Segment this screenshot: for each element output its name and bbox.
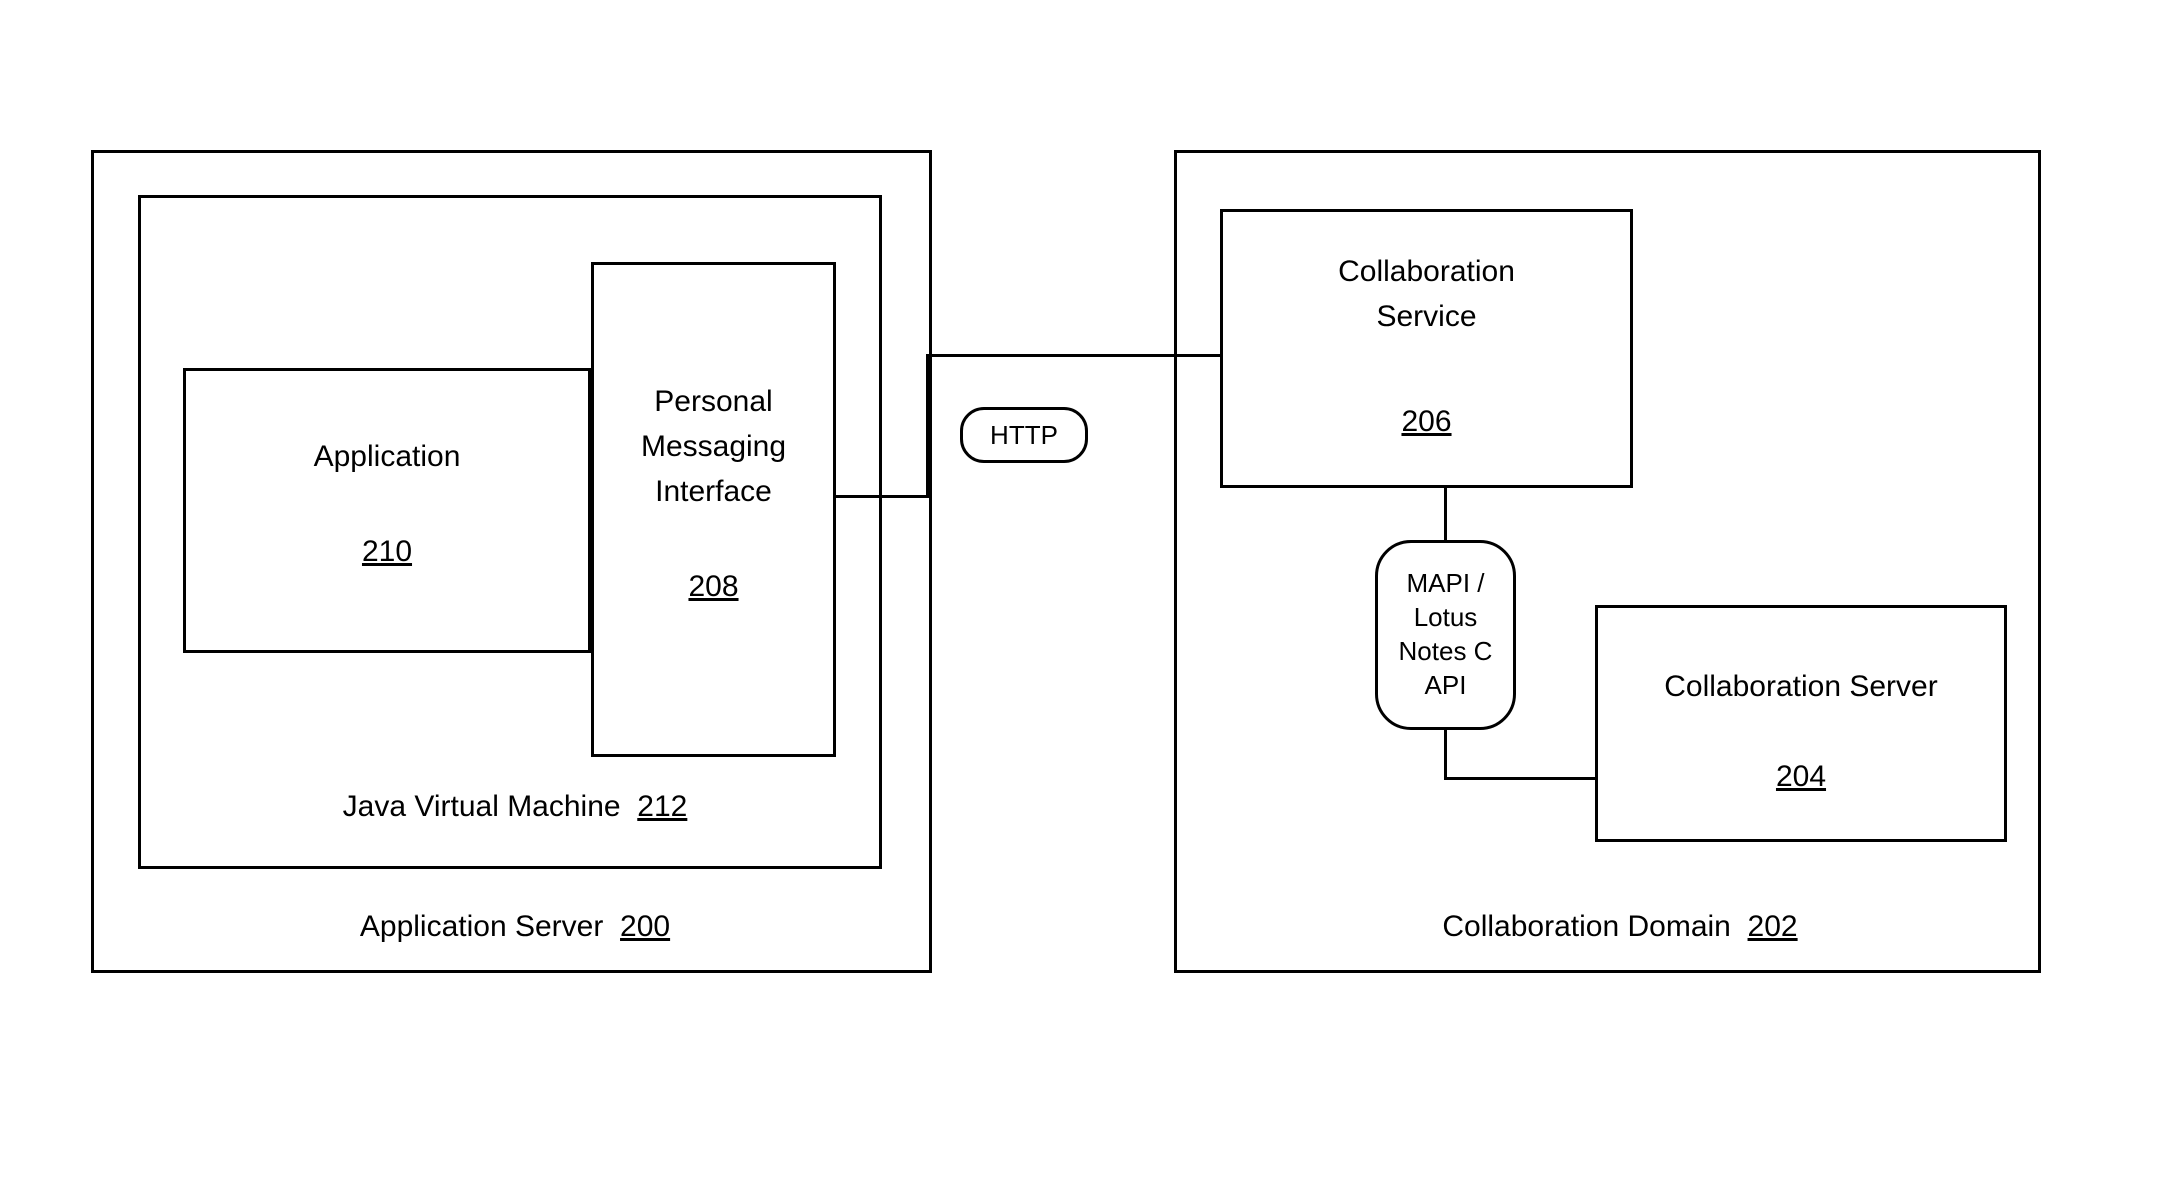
pmi-box <box>591 262 836 757</box>
pmi-line1: Personal <box>591 385 836 419</box>
api-pill: MAPI / Lotus Notes C API <box>1375 540 1516 730</box>
api-l3: Notes C <box>1399 635 1493 669</box>
connector-pmi-http-v1 <box>926 354 929 498</box>
application-num: 210 <box>362 535 412 568</box>
collab-server-text: Collaboration Server <box>1664 670 1937 703</box>
collab-server-label: Collaboration Server <box>1595 670 2007 704</box>
collab-domain-text: Collaboration Domain <box>1442 910 1731 943</box>
collab-server-box <box>1595 605 2007 842</box>
application-box <box>183 368 591 653</box>
collab-server-num: 204 <box>1776 760 1826 793</box>
pmi-line2: Messaging <box>591 430 836 464</box>
connector-api-server-v <box>1444 730 1447 780</box>
collab-service-line1: Collaboration <box>1220 255 1633 289</box>
collab-domain-num: 202 <box>1748 910 1798 943</box>
application-server-num: 200 <box>620 910 670 943</box>
application-num-label: 210 <box>183 535 591 569</box>
application-label: Application <box>183 440 591 474</box>
collab-service-num: 206 <box>1401 405 1451 438</box>
collab-server-num-label: 204 <box>1595 760 2007 794</box>
diagram-canvas: Application Server 200 Java Virtual Mach… <box>0 0 2170 1178</box>
api-l2: Lotus <box>1414 601 1478 635</box>
connector-pmi-http-h1 <box>836 495 929 498</box>
connector-service-api-v <box>1444 488 1447 542</box>
collab-domain-label: Collaboration Domain 202 <box>1370 910 1870 944</box>
http-text: HTTP <box>990 420 1058 451</box>
api-l4: API <box>1425 669 1467 703</box>
application-text: Application <box>314 440 461 473</box>
jvm-num: 212 <box>637 790 687 823</box>
jvm-label: Java Virtual Machine 212 <box>275 790 755 824</box>
application-server-text: Application Server <box>360 910 603 943</box>
collab-service-line2: Service <box>1220 300 1633 334</box>
http-pill: HTTP <box>960 407 1088 463</box>
collab-service-box <box>1220 209 1633 488</box>
application-server-label: Application Server 200 <box>280 910 750 944</box>
pmi-num: 208 <box>688 570 738 603</box>
jvm-text: Java Virtual Machine <box>343 790 621 823</box>
collab-service-num-label: 206 <box>1220 405 1633 439</box>
pmi-num-label: 208 <box>591 570 836 604</box>
connector-api-server-h <box>1444 777 1598 780</box>
api-l1: MAPI / <box>1406 567 1484 601</box>
pmi-line3: Interface <box>591 475 836 509</box>
connector-http-service-h <box>926 354 1222 357</box>
